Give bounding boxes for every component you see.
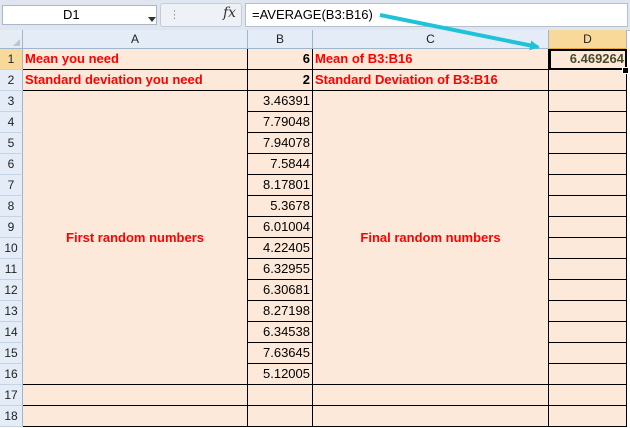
cell-b18[interactable] — [248, 406, 313, 427]
cell-d7[interactable] — [549, 175, 627, 196]
cell-b5[interactable]: 7.94078 — [248, 133, 313, 154]
cell-d6[interactable] — [549, 154, 627, 175]
cell-d18[interactable] — [549, 406, 627, 427]
row-header-9[interactable]: 9 — [0, 217, 23, 238]
row-header-11[interactable]: 11 — [0, 259, 23, 280]
row-header-14[interactable]: 14 — [0, 322, 23, 343]
cell-b11[interactable]: 6.32955 — [248, 259, 313, 280]
merged-cell-a3-a16[interactable]: First random numbers — [23, 91, 248, 385]
cell-d5[interactable] — [549, 133, 627, 154]
chevron-down-icon[interactable] — [148, 17, 156, 22]
cell-d3[interactable] — [549, 91, 627, 112]
cell-a2[interactable]: Standard deviation you need — [23, 70, 248, 91]
formula-controls: ⋮ fx — [160, 3, 242, 27]
row-header-1[interactable]: 1 — [0, 49, 23, 70]
row-header-18[interactable]: 18 — [0, 406, 23, 427]
cell-d10[interactable] — [549, 238, 627, 259]
fx-icon[interactable]: fx — [223, 5, 236, 21]
column-header-c[interactable]: C — [313, 30, 549, 49]
merged-cell-a-label: First random numbers — [66, 230, 204, 245]
cell-a17[interactable] — [23, 385, 248, 406]
cell-b1[interactable]: 6 — [248, 49, 313, 70]
cell-d8[interactable] — [549, 196, 627, 217]
row-header-15[interactable]: 15 — [0, 343, 23, 364]
cell-d13[interactable] — [549, 301, 627, 322]
cell-b10[interactable]: 4.22405 — [248, 238, 313, 259]
cell-b3[interactable]: 3.46391 — [248, 91, 313, 112]
row-header-13[interactable]: 13 — [0, 301, 23, 322]
row-header-6[interactable]: 6 — [0, 154, 23, 175]
row-header-8[interactable]: 8 — [0, 196, 23, 217]
cell-d1[interactable]: 6.469264 — [549, 49, 627, 70]
row-header-2[interactable]: 2 — [0, 70, 23, 91]
select-all-button[interactable] — [0, 30, 23, 49]
cell-b2[interactable]: 2 — [248, 70, 313, 91]
cell-b4[interactable]: 7.79048 — [248, 112, 313, 133]
row-header-17[interactable]: 17 — [0, 385, 23, 406]
cell-b14[interactable]: 6.34538 — [248, 322, 313, 343]
row-header-5[interactable]: 5 — [0, 133, 23, 154]
fill-handle[interactable] — [622, 67, 629, 74]
cell-b17[interactable] — [248, 385, 313, 406]
cell-b7[interactable]: 8.17801 — [248, 175, 313, 196]
row-header-10[interactable]: 10 — [0, 238, 23, 259]
formula-bar: D1 ⋮ fx =AVERAGE(B3:B16) — [0, 0, 630, 31]
cell-a18[interactable] — [23, 406, 248, 427]
cell-b6[interactable]: 7.5844 — [248, 154, 313, 175]
resize-handle-icon[interactable]: ⋮ — [169, 8, 180, 21]
cell-d4[interactable] — [549, 112, 627, 133]
spreadsheet-grid: A B C D 1 2 3 4 5 6 7 8 9 10 11 12 13 14 15 16 17 18 Mean… — [0, 30, 630, 428]
column-header-a[interactable]: A — [23, 30, 248, 49]
formula-input[interactable]: =AVERAGE(B3:B16) — [245, 3, 628, 27]
cell-b8[interactable]: 5.3678 — [248, 196, 313, 217]
cell-d16[interactable] — [549, 364, 627, 385]
cell-a1[interactable]: Mean you need — [23, 49, 248, 70]
row-header-3[interactable]: 3 — [0, 91, 23, 112]
cell-b13[interactable]: 8.27198 — [248, 301, 313, 322]
merged-cell-c-label: Final random numbers — [360, 230, 501, 245]
cell-c18[interactable] — [313, 406, 549, 427]
cell-d17[interactable] — [549, 385, 627, 406]
cell-c1[interactable]: Mean of B3:B16 — [313, 49, 549, 70]
cell-d11[interactable] — [549, 259, 627, 280]
cell-b12[interactable]: 6.30681 — [248, 280, 313, 301]
row-header-12[interactable]: 12 — [0, 280, 23, 301]
cell-d9[interactable] — [549, 217, 627, 238]
cell-d14[interactable] — [549, 322, 627, 343]
cell-d15[interactable] — [549, 343, 627, 364]
row-header-16[interactable]: 16 — [0, 364, 23, 385]
name-box-value: D1 — [63, 7, 80, 22]
cell-c2[interactable]: Standard Deviation of B3:B16 — [313, 70, 549, 91]
row-header-4[interactable]: 4 — [0, 112, 23, 133]
cell-d12[interactable] — [549, 280, 627, 301]
cell-d2[interactable] — [549, 70, 627, 91]
cell-c17[interactable] — [313, 385, 549, 406]
merged-cell-c3-c16[interactable]: Final random numbers — [313, 91, 549, 385]
cell-b15[interactable]: 7.63645 — [248, 343, 313, 364]
cell-b16[interactable]: 5.12005 — [248, 364, 313, 385]
name-box[interactable]: D1 — [2, 5, 157, 25]
column-header-b[interactable]: B — [248, 30, 313, 49]
select-all-icon — [13, 39, 20, 46]
column-header-d[interactable]: D — [549, 30, 627, 49]
cell-b9[interactable]: 6.01004 — [248, 217, 313, 238]
row-header-7[interactable]: 7 — [0, 175, 23, 196]
